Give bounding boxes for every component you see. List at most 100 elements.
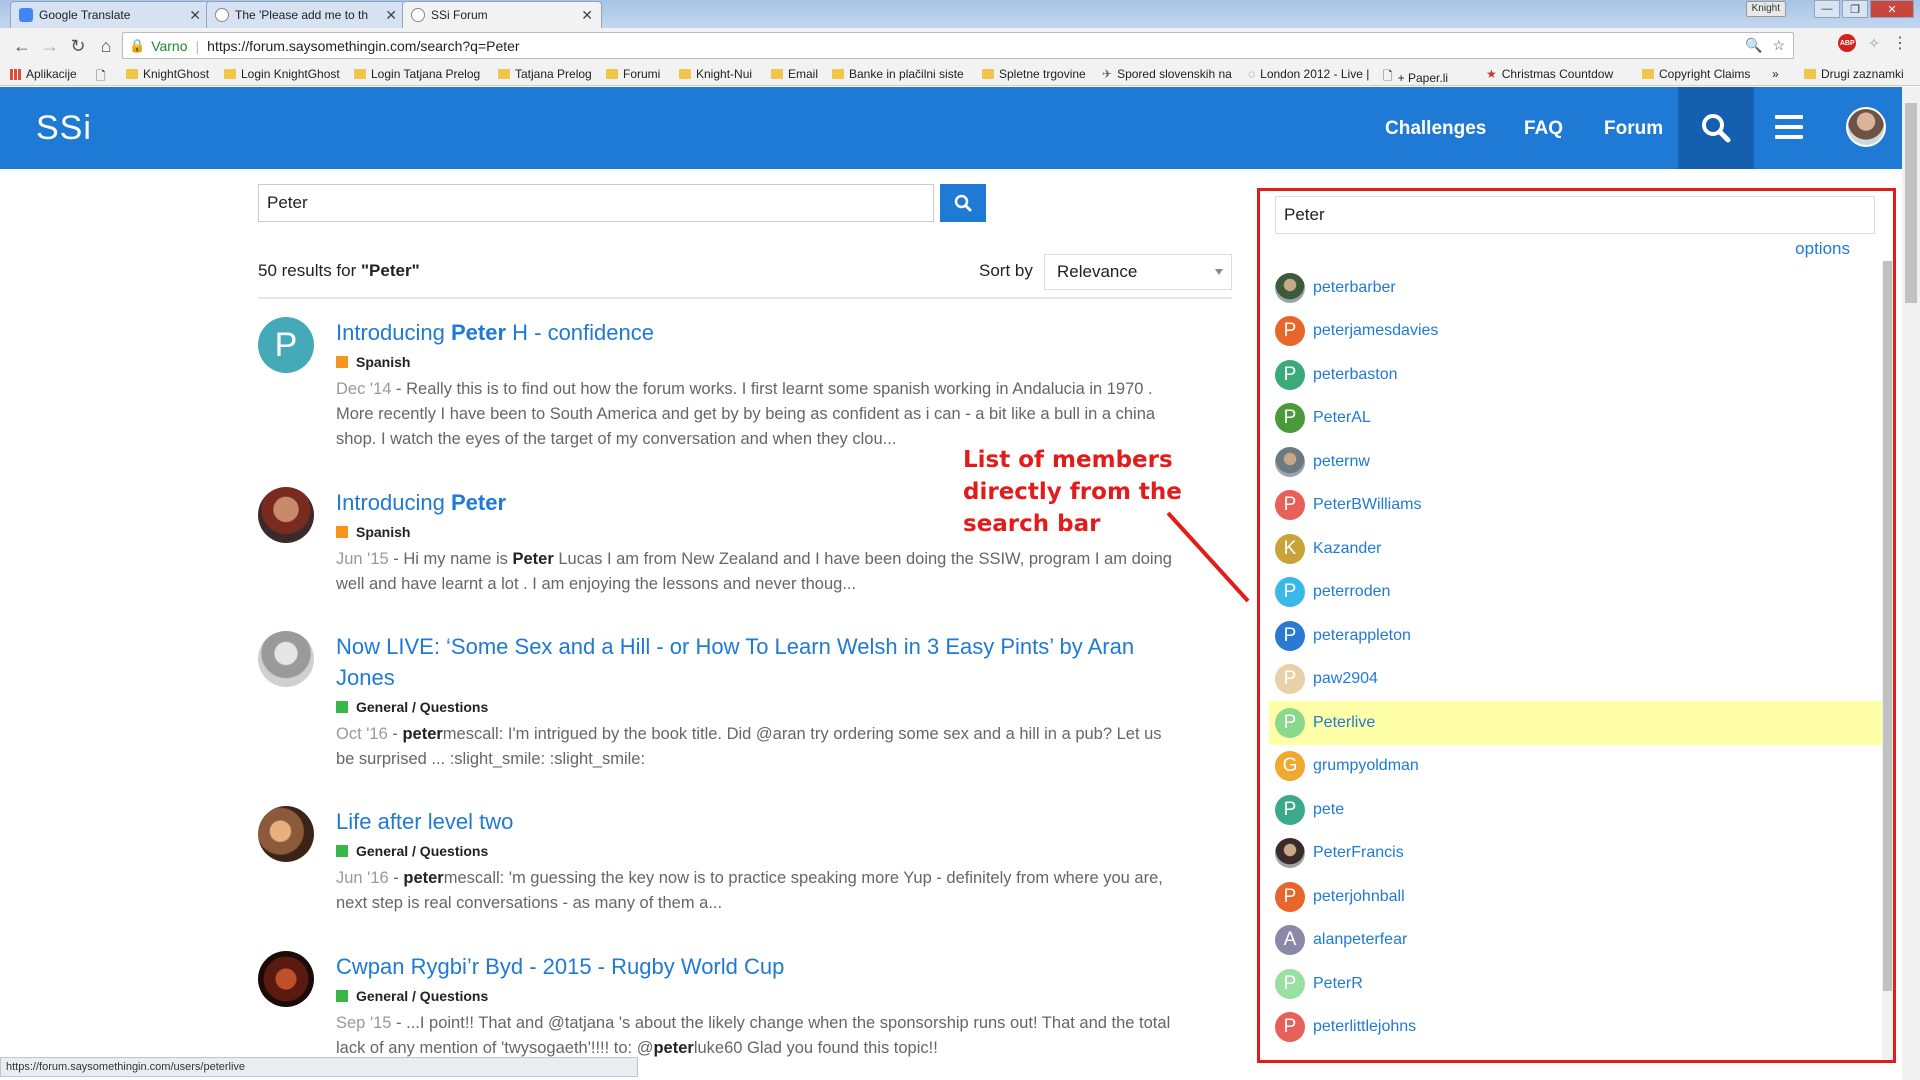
category-badge[interactable]: General / Questions xyxy=(336,843,1176,859)
panel-scrollbar[interactable] xyxy=(1882,261,1893,1059)
result-title[interactable]: Life after level two xyxy=(336,806,1176,837)
bookmark-christmas[interactable]: ★ Christmas Countdow xyxy=(1486,67,1613,81)
nav-forum[interactable]: Forum xyxy=(1604,118,1663,140)
bookmark-login-knightghost[interactable]: Login KnightGhost xyxy=(224,67,340,81)
result-title[interactable]: Introducing Peter H - confidence xyxy=(336,317,1176,348)
bookmark-overflow[interactable]: » xyxy=(1772,67,1779,81)
result-title[interactable]: Now LIVE: ‘Some Sex and a Hill - or How … xyxy=(336,631,1176,693)
zoom-icon[interactable]: 🔍 xyxy=(1745,37,1762,54)
profile-chip[interactable]: Knight xyxy=(1745,1,1786,17)
nav-faq[interactable]: FAQ xyxy=(1524,118,1563,140)
member-item[interactable]: Aalanpeterfear xyxy=(1269,919,1883,963)
close-window-button[interactable]: ✕ xyxy=(1870,0,1914,18)
member-item[interactable]: peternw xyxy=(1269,440,1883,484)
google-translate-icon xyxy=(19,8,33,22)
member-item[interactable]: Ppeterappleton xyxy=(1269,614,1883,658)
avatar xyxy=(1275,272,1305,303)
scrollbar-thumb[interactable] xyxy=(1883,261,1892,991)
hamburger-menu-icon[interactable] xyxy=(1775,115,1803,139)
bookmark-email[interactable]: Email xyxy=(771,67,818,81)
sort-select[interactable]: Relevance xyxy=(1044,254,1232,290)
scrollbar-thumb[interactable] xyxy=(1905,103,1917,303)
member-item[interactable]: Ppeterjamesdavies xyxy=(1269,310,1883,354)
page-icon: 🗋 xyxy=(96,69,106,83)
member-item[interactable]: peterbarber xyxy=(1269,266,1883,310)
maximize-button[interactable]: ❐ xyxy=(1842,0,1868,18)
bookmark-login-tatjana[interactable]: Login Tatjana Prelog xyxy=(354,67,480,81)
page-scrollbar[interactable] xyxy=(1902,87,1920,1080)
member-item[interactable]: P PeterR xyxy=(1269,962,1883,1006)
search-nav-button[interactable] xyxy=(1678,87,1754,169)
address-bar[interactable]: 🔒 Varno | https://forum.saysomethingin.c… xyxy=(122,32,1794,59)
nav-challenges[interactable]: Challenges xyxy=(1385,118,1486,140)
bookmark-paperli[interactable]: 🗋 + Paper.li xyxy=(1383,67,1448,88)
bookmark-knight-nui[interactable]: Knight-Nui xyxy=(679,67,752,81)
blurb-highlight: Peter xyxy=(512,550,554,568)
minimize-button[interactable]: — xyxy=(1814,0,1840,18)
back-arrow-icon[interactable]: ← xyxy=(8,32,36,60)
extension-icon[interactable]: ✧ xyxy=(1868,35,1880,52)
bookmark-tatjana[interactable]: Tatjana Prelog xyxy=(498,67,592,81)
close-icon[interactable]: ✕ xyxy=(189,7,201,24)
forward-arrow-icon[interactable]: → xyxy=(36,32,64,60)
post-date: Jun '16 xyxy=(336,869,389,887)
options-link[interactable]: options xyxy=(1795,239,1850,259)
member-item[interactable]: Ppaw2904 xyxy=(1269,658,1883,702)
member-item[interactable]: K Kazander xyxy=(1269,527,1883,571)
search-input[interactable] xyxy=(258,184,934,222)
bookmark-apps[interactable]: Aplikacije xyxy=(10,67,77,81)
bookmark-page-icon[interactable]: 🗋 xyxy=(96,67,106,88)
avatar[interactable] xyxy=(258,631,314,687)
member-name: peterbaston xyxy=(1313,365,1398,383)
tab-google-translate[interactable]: Google Translate ✕ xyxy=(10,1,210,28)
tab-ssi-forum[interactable]: SSi Forum ✕ xyxy=(402,1,602,28)
member-item[interactable]: P Peterlive xyxy=(1269,701,1883,745)
folder-icon xyxy=(832,69,844,79)
category-badge[interactable]: General / Questions xyxy=(336,988,1176,1004)
reload-icon[interactable]: ↻ xyxy=(64,32,92,60)
bookmark-forumi[interactable]: Forumi xyxy=(606,67,660,81)
avatar[interactable] xyxy=(258,806,314,862)
member-item[interactable]: Ppeterjohnball xyxy=(1269,875,1883,919)
category-badge[interactable]: General / Questions xyxy=(336,699,1176,715)
bookmark-spored[interactable]: ✈ Spored slovenskih na xyxy=(1102,67,1232,81)
result-title[interactable]: Cwpan Rygbi’r Byd - 2015 - Rugby World C… xyxy=(336,951,1176,982)
bookmark-other[interactable]: Drugi zaznamki xyxy=(1804,67,1904,81)
avatar: P xyxy=(1275,620,1305,651)
site-logo[interactable]: SSi xyxy=(36,109,92,148)
avatar[interactable] xyxy=(258,487,314,543)
close-icon[interactable]: ✕ xyxy=(581,7,593,24)
search-button[interactable] xyxy=(940,184,986,222)
member-item[interactable]: Ppete xyxy=(1269,788,1883,832)
home-icon[interactable]: ⌂ xyxy=(92,32,120,60)
close-icon[interactable]: ✕ xyxy=(385,7,397,24)
avatar[interactable]: P xyxy=(258,317,314,373)
bookmark-spletne[interactable]: Spletne trgovine xyxy=(982,67,1086,81)
bookmark-copyright[interactable]: Copyright Claims xyxy=(1642,67,1750,81)
member-item[interactable]: Ppeterlittlejohns xyxy=(1269,1006,1883,1050)
member-item[interactable]: PeterFrancis xyxy=(1269,832,1883,876)
site-header: SSi Challenges FAQ Forum xyxy=(0,87,1902,169)
bookmark-banke[interactable]: Banke in plačilni siste xyxy=(832,67,964,81)
result-blurb: Jun '15 - Hi my name is Peter Lucas I am… xyxy=(336,547,1176,597)
result-blurb: Dec '14 - Really this is to find out how… xyxy=(336,377,1176,452)
adblock-icon[interactable]: ABP xyxy=(1838,34,1857,52)
tab-please-add-me[interactable]: The 'Please add me to th ✕ xyxy=(206,1,406,28)
star-icon[interactable]: ☆ xyxy=(1772,37,1785,54)
bookmark-knightghost[interactable]: KnightGhost xyxy=(126,67,209,81)
member-item[interactable]: Ggrumpyoldman xyxy=(1269,745,1883,789)
category-badge[interactable]: Spanish xyxy=(336,354,1176,370)
member-name: Peterlive xyxy=(1313,713,1376,731)
member-item[interactable]: P PeterBWilliams xyxy=(1269,484,1883,528)
bookmark-london[interactable]: ◌ London 2012 - Live | xyxy=(1248,67,1369,81)
chrome-menu-icon[interactable]: ⋮ xyxy=(1892,33,1908,53)
member-search-input[interactable] xyxy=(1275,196,1875,234)
blurb-text: - Hi my name is xyxy=(388,550,513,568)
member-item[interactable]: Ppeterbaston xyxy=(1269,353,1883,397)
user-avatar[interactable] xyxy=(1846,107,1886,147)
member-item[interactable]: P PeterAL xyxy=(1269,397,1883,441)
member-name: peternw xyxy=(1313,452,1370,470)
avatar[interactable] xyxy=(258,951,314,1007)
annotation-callout: List of members directly from the search… xyxy=(963,444,1182,540)
member-item[interactable]: Ppeterroden xyxy=(1269,571,1883,615)
